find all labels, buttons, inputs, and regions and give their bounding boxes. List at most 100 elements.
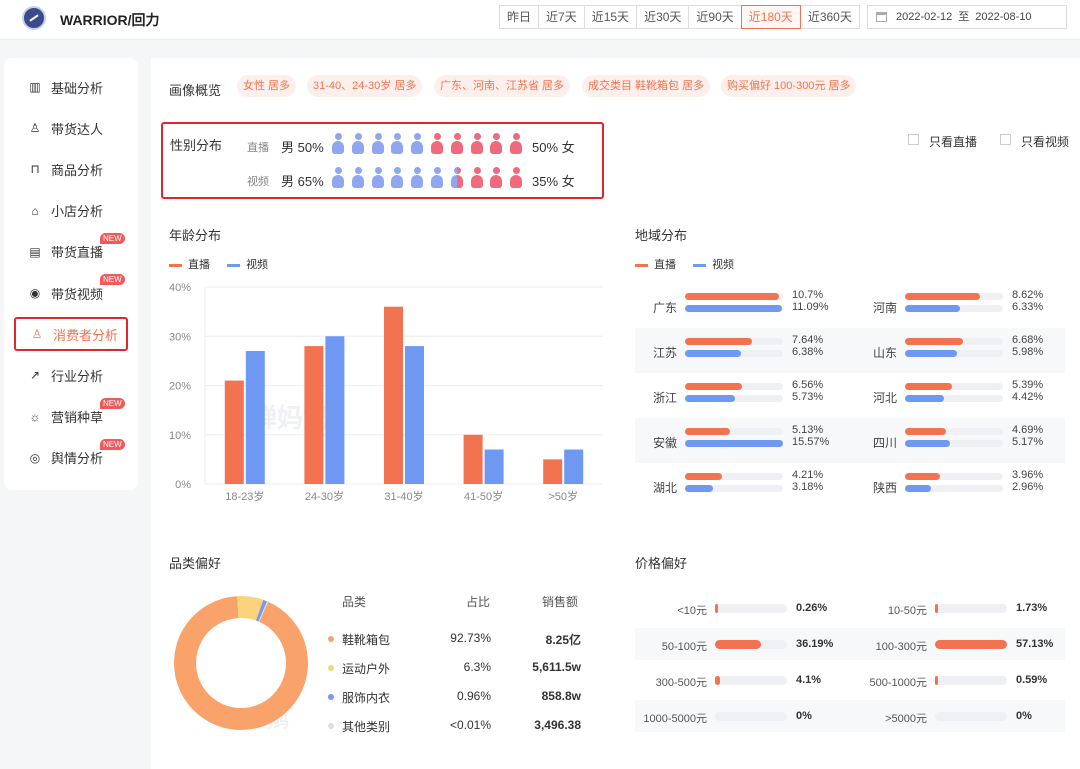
sidebar-nav: ▥ 基础分析 ♙ 带货达人 ⊓ 商品分析 ⌂ 小店分析 ▤ 带货直播 NEW ◉ 带货视频 NEW ♙ 消费者… <box>4 58 138 490</box>
sidebar-item-label: 营销种草 <box>51 410 104 426</box>
range-tab[interactable]: 近30天 <box>636 5 690 29</box>
table-header: 占比 <box>466 595 491 609</box>
leaf-icon: ◎ <box>29 450 41 465</box>
region-bar-fill <box>685 473 722 480</box>
category-color-dot <box>328 665 334 671</box>
region-bar-fill <box>905 338 964 345</box>
new-badge: NEW <box>100 274 125 285</box>
legend-live-swatch <box>635 263 648 267</box>
sidebar-item[interactable]: ♙ 带货达人 <box>14 111 128 145</box>
filter-checkbox[interactable] <box>1000 134 1011 145</box>
age-legend: 直播 视频 <box>169 256 268 272</box>
person-icon <box>509 133 523 155</box>
region-value-video: 5.17% <box>1012 436 1044 448</box>
sidebar-item[interactable]: ◎ 舆情分析 NEW <box>14 438 128 475</box>
sidebar-item[interactable]: ◉ 带货视频 NEW <box>14 274 128 310</box>
price-percent: 57.13% <box>1016 638 1054 650</box>
price-bar <box>935 604 1007 613</box>
region-bar-live <box>685 473 783 480</box>
region-bar-fill <box>685 383 743 390</box>
region-bar-fill <box>905 485 931 492</box>
y-tick-label: 10% <box>169 430 191 442</box>
price-range-label: <10元 <box>677 605 707 617</box>
region-value-video: 4.42% <box>1012 391 1044 403</box>
female-percent: 50% 女 <box>532 140 575 155</box>
price-bar-fill <box>935 640 1007 649</box>
region-value-live: 6.56% <box>792 379 824 391</box>
price-percent: 4.1% <box>796 674 822 686</box>
price-percent: 36.19% <box>796 638 834 650</box>
date-start: 2022-02-12 <box>896 11 953 23</box>
profile-tag: 成交类目 鞋靴箱包 居多 <box>582 75 711 97</box>
person-icon <box>509 167 523 189</box>
person-icon <box>410 167 424 189</box>
range-tab[interactable]: 近180天 <box>740 5 801 29</box>
category-sales: 858.8w <box>541 689 581 703</box>
region-bar-live <box>905 293 1003 300</box>
price-bar <box>935 676 1007 685</box>
person-icon <box>351 167 365 189</box>
legend-video-swatch <box>227 263 241 267</box>
category-share: 92.73% <box>450 631 491 645</box>
sidebar-item-label: 行业分析 <box>51 368 104 384</box>
region-bar-video <box>905 305 1003 312</box>
range-tab[interactable]: 近360天 <box>799 5 860 29</box>
region-bar-fill <box>905 473 940 480</box>
region-bar-live <box>905 338 1003 345</box>
donut-slice <box>255 599 268 622</box>
table-header: 品类 <box>342 595 367 609</box>
sidebar-item-label: 商品分析 <box>51 162 104 178</box>
sidebar-item-label: 带货直播 <box>51 245 104 261</box>
y-tick-label: 40% <box>169 282 191 294</box>
category-color-dot <box>328 636 334 642</box>
donut-slice <box>237 596 264 621</box>
range-tab[interactable]: 近15天 <box>583 5 638 29</box>
new-badge: NEW <box>100 232 125 244</box>
price-bar <box>715 676 787 685</box>
filter-label: 只看直播 <box>929 135 978 149</box>
region-bar-fill <box>685 338 752 345</box>
bulb-icon: ☼ <box>29 409 41 424</box>
region-bar-live <box>685 383 783 390</box>
price-bar-fill <box>935 676 938 685</box>
sidebar-item[interactable]: ☼ 营销种草 NEW <box>14 397 128 434</box>
sidebar-item[interactable]: ⊓ 商品分析 <box>14 152 128 186</box>
gender-row-label: 视频 <box>247 176 269 188</box>
legend-video-label: 视频 <box>246 259 269 271</box>
person-icon <box>430 133 444 155</box>
range-tab[interactable]: 昨日 <box>499 5 540 29</box>
sidebar-item-label: 基础分析 <box>51 80 104 96</box>
person-icon <box>450 167 464 189</box>
price-bar <box>935 640 1007 649</box>
price-percent: 0.26% <box>796 602 828 614</box>
female-percent: 35% 女 <box>532 174 575 189</box>
price-bar-fill <box>935 604 938 613</box>
region-bar-fill <box>685 350 741 357</box>
sidebar-item[interactable]: ▥ 基础分析 <box>14 70 128 104</box>
gender-distribution-panel: 性别分布 直播男 50% 50% 女视频男 65% 35% 女 <box>161 122 604 199</box>
region-value-video: 5.98% <box>1012 346 1044 358</box>
price-range-label: 500-1000元 <box>869 677 928 689</box>
legend-live-label: 直播 <box>654 259 676 271</box>
price-range-label: 1000-5000元 <box>643 713 707 725</box>
sidebar-item[interactable]: ♙ 消费者分析 <box>14 317 128 352</box>
range-tab[interactable]: 近90天 <box>688 5 742 29</box>
sidebar-item[interactable]: ↗ 行业分析 <box>14 358 128 392</box>
region-value-video: 11.09% <box>792 301 829 313</box>
sidebar-item[interactable]: ▤ 带货直播 NEW <box>14 232 128 269</box>
profile-title: 画像概览 <box>169 83 222 98</box>
region-bar-live <box>685 293 783 300</box>
bar-live <box>463 434 483 484</box>
region-bar-fill <box>685 293 779 300</box>
range-tab[interactable]: 近7天 <box>538 5 585 29</box>
play-icon: ◉ <box>29 286 41 300</box>
region-name: 四川 <box>873 436 898 450</box>
region-value-video: 3.18% <box>792 481 824 493</box>
region-bar-fill <box>905 350 958 357</box>
date-range-picker[interactable]: 2022-02-12 至 2022-08-10 <box>867 5 1067 29</box>
bag-icon: ⊓ <box>30 162 40 177</box>
person-icon <box>470 167 484 189</box>
bar-video <box>405 346 424 484</box>
filter-checkbox[interactable] <box>908 134 919 145</box>
sidebar-item[interactable]: ⌂ 小店分析 <box>14 194 128 228</box>
